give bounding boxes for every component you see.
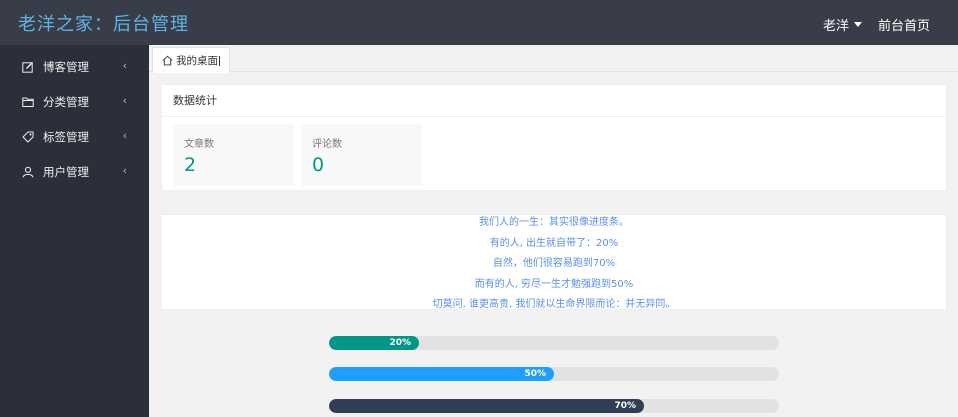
tag-icon [20,130,36,144]
text-cursor [219,55,220,66]
top-header: 老洋之家：后台管理 老洋 前台首页 [0,0,958,45]
quote-box: 我们人的一生：其实很像进度条。 有的人, 出生就自带了：20% 自然，他们很容易… [161,214,947,310]
sidebar-item-label: 用户管理 [43,164,89,179]
frontend-home-link[interactable]: 前台首页 [878,15,930,34]
tab-my-desktop[interactable]: 我的桌面 [152,47,230,73]
edit-icon [20,60,36,74]
tab-bar: 我的桌面 [149,45,958,73]
user-menu[interactable]: 老洋 [823,15,862,34]
chevron-left-icon: ‹ [122,94,127,107]
caret-down-icon [853,22,862,27]
progress-bar-50: 50% [329,367,779,381]
app-title: 老洋之家：后台管理 [18,14,189,35]
sidebar-item-user[interactable]: 用户管理 ‹ [0,154,149,189]
progress-bar-70: 70% [329,399,779,413]
user-name: 老洋 [822,19,849,34]
sidebar-item-label: 博客管理 [43,59,89,74]
stats-card: 数据统计 文章数 2 评论数 0 [161,84,947,191]
sidebar: 博客管理 ‹ 分类管理 ‹ 标签管理 ‹ 用户管理 ‹ [0,45,149,417]
header-actions: 老洋 前台首页 [823,15,930,34]
stat-label: 评论数 [312,139,342,150]
user-icon [20,165,36,179]
quote-line: 切莫问, 谁更高贵, 我们就以生命界限而论：并无异同。 [432,299,676,310]
sidebar-item-label: 标签管理 [43,129,89,144]
stat-value: 2 [184,154,197,176]
sidebar-item-label: 分类管理 [43,94,89,109]
progress-fill: 20% [329,336,419,350]
folder-icon [20,95,36,109]
sidebar-item-blog[interactable]: 博客管理 ‹ [0,49,149,84]
stat-comment-count[interactable]: 评论数 0 [301,124,422,186]
sidebar-item-category[interactable]: 分类管理 ‹ [0,84,149,119]
home-icon [162,55,173,66]
quote-line: 我们人的一生：其实很像进度条。 [479,217,629,228]
stat-label: 文章数 [184,139,214,150]
chevron-left-icon: ‹ [122,59,127,72]
quote-line: 自然，他们很容易跑到70% [492,258,616,269]
progress-bar-20: 20% [329,336,779,350]
sidebar-item-tag[interactable]: 标签管理 ‹ [0,119,149,154]
quote-line: 有的人, 出生就自带了：20% [489,237,619,249]
tab-label: 我的桌面 [176,55,218,67]
chevron-left-icon: ‹ [122,164,127,177]
progress-fill: 70% [329,399,644,413]
progress-fill: 50% [329,367,554,381]
stat-article-count[interactable]: 文章数 2 [173,124,294,186]
stat-value: 0 [312,154,325,176]
chevron-left-icon: ‹ [122,129,127,142]
quote-line: 而有的人, 穷尽一生才勉强跑到50% [474,278,634,290]
stats-title: 数据统计 [162,85,946,117]
